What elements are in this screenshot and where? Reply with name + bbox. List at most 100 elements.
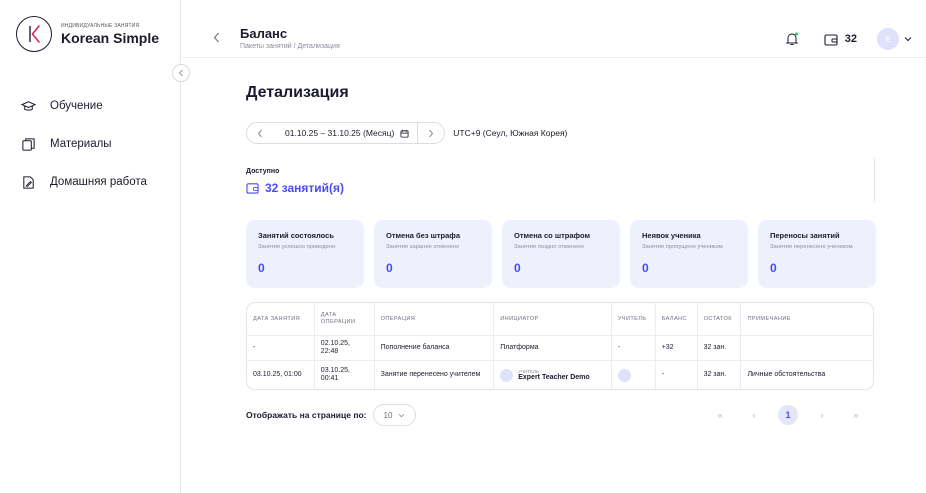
sidebar-item-label: Домашняя работа bbox=[50, 176, 147, 188]
brand-text: Индивидуальные занятия Korean Simple bbox=[61, 23, 159, 46]
stat-card-value: 0 bbox=[514, 261, 521, 275]
timezone-label: UTC+9 (Сеул, Южная Корея) bbox=[453, 128, 568, 138]
per-page-control: Отображать на странице по: 10 bbox=[246, 404, 417, 426]
table-row[interactable]: 03.10.25, 01:00 03.10.25, 00:41 Занятие … bbox=[247, 361, 873, 389]
wallet-count: 32 bbox=[844, 33, 857, 45]
stat-card-value: 0 bbox=[642, 261, 649, 275]
chevron-left-icon bbox=[257, 129, 262, 137]
divider bbox=[874, 158, 875, 202]
cell-remainder: 32 зан. bbox=[698, 336, 742, 360]
chevron-left-icon bbox=[178, 69, 183, 77]
header-actions: 32 E bbox=[784, 28, 912, 50]
per-page-select[interactable]: 10 bbox=[372, 404, 417, 426]
stat-card-subtitle: Занятие успешно проведено bbox=[258, 244, 336, 250]
calendar-icon bbox=[400, 129, 409, 138]
chevron-down-icon[interactable] bbox=[904, 35, 912, 43]
date-prev-button[interactable] bbox=[247, 122, 273, 144]
sidebar-item-materials[interactable]: Материалы bbox=[20, 134, 147, 154]
stat-card-subtitle: Занятие пропущено учеником bbox=[642, 244, 723, 250]
last-page-button[interactable]: » bbox=[846, 405, 866, 425]
header-title-block: Баланс Пакеты занятий / Детализация bbox=[240, 26, 340, 52]
user-avatar[interactable]: E bbox=[877, 28, 899, 50]
first-page-button[interactable]: « bbox=[710, 405, 730, 425]
cell-balance: - bbox=[656, 361, 698, 389]
cell-operation: Пополнение баланса bbox=[375, 336, 495, 360]
date-range-row: 01.10.25 – 31.10.25 (Месяц) UTC+9 (Сеул,… bbox=[246, 122, 567, 144]
cell-initiator: Платформа bbox=[494, 336, 612, 360]
column-header: Дата занятия bbox=[247, 303, 315, 335]
column-header: Инициатор bbox=[494, 303, 612, 335]
prev-page-button[interactable]: ‹ bbox=[744, 405, 764, 425]
stat-card-cancel-penalty: Отмена со штрафом Занятие поздно отменен… bbox=[502, 220, 620, 288]
column-header: Дата операции bbox=[315, 303, 375, 335]
column-header: Учитель bbox=[612, 303, 656, 335]
sidebar-item-label: Обучение bbox=[50, 100, 103, 112]
chevron-right-icon bbox=[429, 129, 434, 137]
date-next-button[interactable] bbox=[418, 122, 444, 144]
cell-operation-date: 03.10.25, 00:41 bbox=[315, 361, 375, 389]
cell-initiator: Учитель Expert Teacher Demo bbox=[494, 361, 612, 389]
stat-card-reschedules: Переносы занятий Занятие перенесено учен… bbox=[758, 220, 876, 288]
stat-card-title: Отмена со штрафом bbox=[514, 231, 591, 240]
initiator-block: Учитель Expert Teacher Demo bbox=[500, 368, 590, 382]
stat-card-title: Переносы занятий bbox=[770, 231, 840, 240]
chevron-left-icon bbox=[213, 32, 219, 42]
brand[interactable]: Индивидуальные занятия Korean Simple bbox=[16, 16, 159, 52]
top-header: Баланс Пакеты занятий / Детализация 32 E bbox=[182, 0, 926, 58]
stat-card-title: Отмена без штрафа bbox=[386, 231, 461, 240]
graduation-cap-icon bbox=[20, 98, 36, 114]
stat-card-title: Неявок ученика bbox=[642, 231, 701, 240]
brand-subtitle: Индивидуальные занятия bbox=[61, 22, 140, 29]
column-header: Примечание bbox=[747, 315, 791, 322]
sidebar-item-homework[interactable]: Домашняя работа bbox=[20, 172, 147, 192]
available-balance: 32 занятий(я) bbox=[246, 181, 344, 195]
cell-lesson-date: - bbox=[247, 336, 315, 360]
sidebar-collapse-button[interactable] bbox=[172, 64, 190, 82]
cell-note: Личные обстоятельства bbox=[747, 371, 826, 378]
stat-card-subtitle: Занятие перенесено учеником bbox=[770, 244, 853, 250]
notification-bell-icon[interactable] bbox=[784, 31, 800, 47]
cell-operation-date: 02.10.25, 22:48 bbox=[315, 336, 375, 360]
sidebar-nav: Обучение Материалы Домашняя работа bbox=[20, 96, 147, 210]
table-row[interactable]: - 02.10.25, 22:48 Пополнение баланса Пла… bbox=[247, 336, 873, 361]
next-page-button[interactable]: › bbox=[812, 405, 832, 425]
page-number-button[interactable]: 1 bbox=[778, 405, 798, 425]
page-header-title: Баланс bbox=[240, 26, 288, 41]
date-range-display[interactable]: 01.10.25 – 31.10.25 (Месяц) bbox=[273, 128, 417, 138]
stat-card-value: 0 bbox=[386, 261, 393, 275]
date-range-picker[interactable]: 01.10.25 – 31.10.25 (Месяц) bbox=[246, 122, 446, 144]
app-root: Индивидуальные занятия Korean Simple Обу… bbox=[0, 0, 926, 493]
cell-lesson-date: 03.10.25, 01:00 bbox=[247, 361, 315, 389]
logo-icon bbox=[16, 16, 52, 52]
stat-card-no-show: Неявок ученика Занятие пропущено ученико… bbox=[630, 220, 748, 288]
copy-icon bbox=[20, 136, 36, 152]
cell-remainder: 32 зан. bbox=[698, 361, 742, 389]
pagination: « ‹ 1 › » bbox=[710, 405, 866, 425]
stat-card-completed: Занятий состоялось Занятие успешно прове… bbox=[246, 220, 364, 288]
date-range-text: 01.10.25 – 31.10.25 (Месяц) bbox=[285, 128, 395, 138]
per-page-value: 10 bbox=[383, 410, 393, 420]
cell-operation: Занятие перенесено учителем bbox=[375, 361, 495, 389]
stat-card-cancel-no-penalty: Отмена без штрафа Занятие заранее отмене… bbox=[374, 220, 492, 288]
stat-card-value: 0 bbox=[770, 261, 777, 275]
brand-name: Korean Simple bbox=[61, 29, 160, 46]
cell-note bbox=[741, 336, 873, 360]
initiator-name: Expert Teacher Demo bbox=[518, 373, 590, 381]
back-button[interactable] bbox=[210, 30, 222, 44]
page-title: Детализация bbox=[246, 84, 349, 101]
column-header: Остаток bbox=[698, 303, 742, 335]
initiator-text: Учитель Expert Teacher Demo bbox=[518, 369, 589, 382]
sidebar-item-learning[interactable]: Обучение bbox=[20, 96, 147, 116]
edit-document-icon bbox=[20, 174, 36, 190]
avatar bbox=[500, 368, 514, 382]
available-label: Доступно bbox=[246, 168, 280, 175]
table-header-row: Дата занятия Дата операции Операция Иниц… bbox=[247, 303, 873, 336]
chevron-down-icon bbox=[399, 413, 405, 417]
available-value: 32 занятий(я) bbox=[265, 181, 345, 195]
stat-card-title: Занятий состоялось bbox=[258, 231, 334, 240]
avatar bbox=[617, 368, 631, 382]
wallet-balance[interactable]: 32 bbox=[824, 33, 857, 46]
sidebar-item-label: Материалы bbox=[50, 138, 112, 150]
stats-cards: Занятий состоялось Занятие успешно прове… bbox=[246, 220, 876, 288]
breadcrumb[interactable]: Пакеты занятий / Детализация bbox=[240, 42, 340, 52]
